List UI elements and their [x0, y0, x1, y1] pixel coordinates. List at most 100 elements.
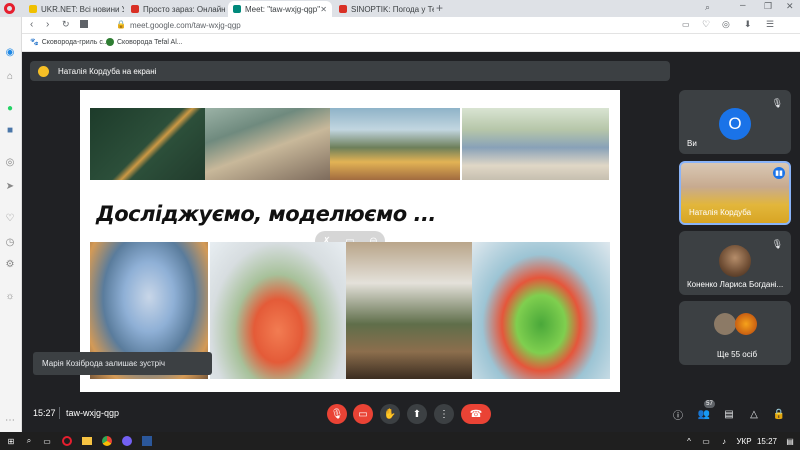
participant-name: Коненко Лариса Богдані...	[687, 280, 784, 289]
host-controls-icon[interactable]: 🔒	[772, 407, 786, 421]
heart-icon[interactable]: ♡	[3, 211, 17, 225]
tab-title: Meet: "taw-wxjg-qgp"	[245, 4, 321, 14]
people-icon[interactable]: 👥	[697, 407, 711, 421]
avatar	[714, 313, 736, 335]
heart-icon[interactable]: ♡	[702, 19, 710, 30]
close-window-icon[interactable]: ✕	[786, 1, 794, 12]
slide-heading: Досліджуємо, моделюємо ...	[96, 202, 436, 226]
explorer-icon[interactable]	[80, 434, 94, 448]
divider	[59, 407, 60, 419]
lock-icon: 🔒	[116, 20, 126, 29]
download-icon[interactable]: ⬇	[744, 19, 752, 30]
activities-icon[interactable]: △	[747, 407, 761, 421]
minimize-icon[interactable]: –	[740, 0, 746, 11]
chat-icon[interactable]: ▤	[722, 407, 736, 421]
bookmark-item[interactable]: 🐾 Сковорода-гриль с...	[30, 38, 109, 47]
home-icon[interactable]: ⌂	[3, 69, 17, 83]
raise-hand-button[interactable]: ✋	[380, 404, 400, 424]
aquarium-photo	[210, 242, 346, 379]
tab-sinoptik[interactable]: SINOPTIK: Погода у Терн	[334, 1, 434, 17]
classroom-photo	[330, 108, 460, 180]
restore-icon[interactable]: ❐	[764, 1, 772, 12]
present-screen-icon: ⬆	[412, 408, 422, 420]
opera-taskbar-icon[interactable]	[60, 434, 74, 448]
snapshot-icon[interactable]: ◎	[722, 19, 730, 30]
history-icon[interactable]: ◷	[3, 235, 17, 249]
mic-toggle-button[interactable]: 🎙	[327, 404, 347, 424]
word-icon[interactable]	[140, 434, 154, 448]
tray-chevron-icon[interactable]: ^	[684, 434, 694, 448]
address-bar: ‹ › ↻ 🔒 meet.google.com/taw-wxjg-qgp ▭ ♡…	[0, 17, 800, 34]
speed-dial-icon[interactable]	[80, 20, 88, 28]
bookmark-item[interactable]: Сковорода Tefal Al...	[106, 38, 183, 46]
participant-tile-presenter[interactable]: ▮▮ Наталія Кордуба	[679, 161, 791, 225]
lightbulb-icon[interactable]: ☼	[3, 289, 17, 303]
more-options-button[interactable]: ⋮	[434, 404, 454, 424]
more-icon[interactable]: ⋯	[3, 413, 17, 427]
send-icon[interactable]: ➤	[3, 179, 17, 193]
camera-off-icon: ▭	[358, 408, 368, 420]
new-tab-button[interactable]: +	[436, 1, 443, 15]
task-view-icon[interactable]: ▭	[40, 434, 54, 448]
easy-setup-icon[interactable]: ☰	[766, 19, 774, 30]
camera-icon[interactable]: ▭	[682, 20, 690, 29]
participants-count-badge: 57	[704, 400, 715, 408]
globe-icon	[106, 38, 114, 46]
news-icon[interactable]: ◎	[3, 155, 17, 169]
avatar: O	[719, 108, 751, 140]
input-language[interactable]: УКР	[734, 434, 754, 448]
aquarium-photo	[472, 242, 610, 379]
search-tabs-icon[interactable]: ⌕	[705, 2, 710, 13]
participant-name: Ще 55 осіб	[717, 350, 758, 359]
back-icon[interactable]: ‹	[30, 19, 33, 30]
tab-gmail[interactable]: Просто зараз: Онлайн Лек	[126, 1, 226, 17]
whatsapp-icon[interactable]: ●	[3, 101, 17, 115]
camera-toggle-button[interactable]: ▭	[353, 404, 373, 424]
bookmarks-bar: 🐾 Сковорода-гриль с... Сковорода Tefal A…	[0, 34, 800, 52]
hang-up-icon: ☎	[469, 408, 483, 420]
forward-icon[interactable]: ›	[46, 19, 49, 30]
tab-title: SINOPTIK: Погода у Терн	[351, 4, 434, 14]
classroom-photo	[205, 108, 330, 180]
search-icon[interactable]: ⌕	[22, 434, 36, 448]
opera-logo-icon[interactable]	[4, 3, 15, 14]
windows-taskbar: ⊞ ⌕ ▭ ^ ▭ ♪ УКР 15:27 ▤	[0, 432, 800, 450]
gmail-favicon-icon	[131, 5, 139, 13]
start-icon[interactable]: ⊞	[4, 434, 18, 448]
vk-icon[interactable]: ■	[3, 123, 17, 137]
viber-icon[interactable]	[120, 434, 134, 448]
close-tab-icon[interactable]: ✕	[320, 5, 327, 14]
sinoptik-favicon-icon	[339, 5, 347, 13]
leave-call-button[interactable]: ☎	[461, 404, 491, 424]
mic-off-icon: 🎙	[771, 98, 783, 108]
notifications-icon[interactable]: ▤	[784, 434, 796, 448]
shared-slide: Досліджуємо, моделюємо ... ✗ ▭ ⊖	[80, 90, 620, 392]
participant-tile-self[interactable]: 🎙 O Ви	[679, 90, 791, 154]
messenger-icon[interactable]: ◉	[3, 45, 17, 59]
info-icon[interactable]: ⓘ	[671, 407, 685, 422]
chrome-icon[interactable]	[100, 434, 114, 448]
present-button[interactable]: ⬆	[407, 404, 427, 424]
opera-sidebar: ◉ ⌂ ● ■ ◎ ➤ ♡ ◷ ⚙ ☼ ⋯	[0, 17, 22, 432]
participant-tile[interactable]: 🎙 Коненко Лариса Богдані...	[679, 231, 791, 295]
participant-name: Ви	[687, 139, 697, 148]
url-field[interactable]: meet.google.com/taw-wxjg-qgp	[130, 21, 241, 30]
taskbar-clock[interactable]: 15:27	[755, 434, 779, 448]
tab-meet[interactable]: Meet: "taw-wxjg-qgp" ✕	[228, 1, 332, 17]
classroom-photo	[90, 108, 205, 180]
settings-icon[interactable]: ⚙	[3, 257, 17, 271]
hand-icon: ✋	[383, 408, 397, 420]
volume-icon[interactable]: ♪	[718, 434, 730, 448]
tab-ukrnet[interactable]: UKR.NET: Всі новини Укра	[24, 1, 124, 17]
tab-title: Просто зараз: Онлайн Лек	[143, 4, 226, 14]
network-icon[interactable]: ▭	[700, 434, 712, 448]
meeting-code: taw-wxjg-qgp	[66, 408, 120, 418]
tab-bar: UKR.NET: Всі новини Укра Просто зараз: О…	[0, 0, 800, 17]
more-vert-icon: ⋮	[439, 408, 449, 420]
mic-off-icon: 🎙	[771, 239, 783, 249]
mic-off-icon: 🎙	[330, 408, 344, 420]
reload-icon[interactable]: ↻	[62, 19, 70, 30]
more-participants-tile[interactable]: Ще 55 осіб	[679, 301, 791, 365]
meeting-time: 15:27	[33, 408, 56, 418]
speaking-indicator-icon: ▮▮	[773, 167, 785, 179]
